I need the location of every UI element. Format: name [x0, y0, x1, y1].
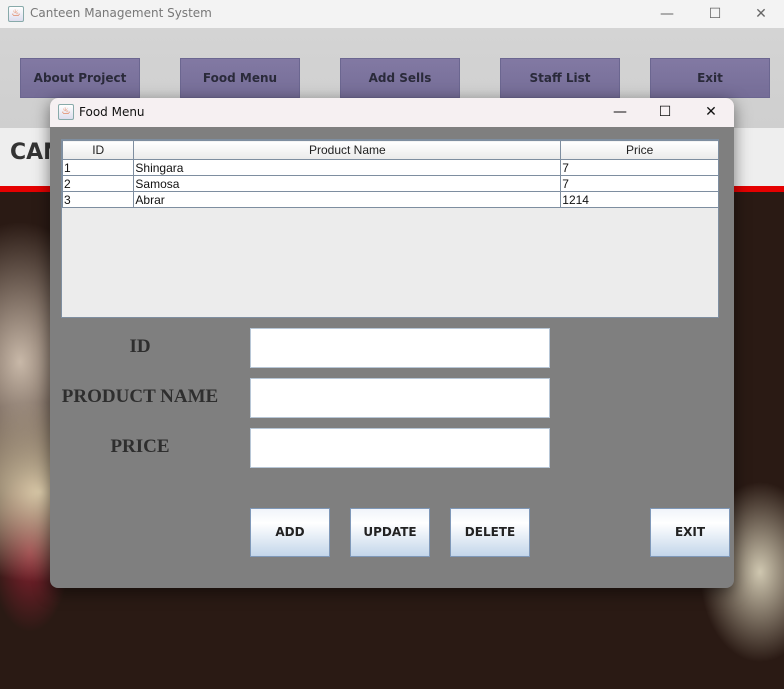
cell-price[interactable]: 1214 — [560, 191, 719, 208]
delete-button[interactable]: DELETE — [450, 508, 530, 557]
product-name-input[interactable] — [250, 378, 550, 418]
java-app-icon: ♨ — [58, 104, 74, 120]
column-header-product-name[interactable]: Product Name — [133, 140, 562, 160]
java-app-icon: ♨ — [8, 6, 24, 22]
dialog-minimize-button[interactable]: — — [597, 98, 643, 126]
maximize-button[interactable]: ☐ — [692, 0, 738, 28]
dialog-title-bar: ♨ Food Menu — ☐ ✕ — [50, 98, 734, 127]
main-window-title: Canteen Management System — [30, 6, 212, 20]
cell-product-name[interactable]: Samosa — [133, 175, 562, 192]
id-label: ID — [129, 336, 151, 357]
price-label: PRICE — [110, 436, 170, 457]
exit-dialog-button[interactable]: EXIT — [650, 508, 730, 557]
close-button[interactable]: ✕ — [738, 0, 784, 28]
table-row[interactable]: 2 Samosa 7 — [61, 175, 719, 192]
cell-price[interactable]: 7 — [560, 159, 719, 176]
table-row[interactable]: 1 Shingara 7 — [61, 159, 719, 176]
dialog-title: Food Menu — [79, 105, 145, 119]
id-input[interactable] — [250, 328, 550, 368]
table-row[interactable]: 3 Abrar 1214 — [61, 191, 719, 208]
update-button[interactable]: UPDATE — [350, 508, 430, 557]
cell-product-name[interactable]: Abrar — [133, 191, 562, 208]
cell-price[interactable]: 7 — [560, 175, 719, 192]
cell-id[interactable]: 2 — [61, 175, 135, 192]
exit-button[interactable]: Exit — [650, 58, 770, 98]
food-menu-dialog: ♨ Food Menu — ☐ ✕ ID Product Name Price … — [50, 98, 734, 588]
food-menu-button[interactable]: Food Menu — [180, 58, 300, 98]
main-title-bar: ♨ Canteen Management System — ☐ ✕ — [0, 0, 784, 28]
about-project-button[interactable]: About Project — [20, 58, 140, 98]
cell-id[interactable]: 3 — [61, 191, 135, 208]
staff-list-button[interactable]: Staff List — [500, 58, 620, 98]
add-button[interactable]: ADD — [250, 508, 330, 557]
column-header-price[interactable]: Price — [560, 140, 719, 160]
cell-id[interactable]: 1 — [61, 159, 135, 176]
price-input[interactable] — [250, 428, 550, 468]
add-sells-button[interactable]: Add Sells — [340, 58, 460, 98]
column-header-id[interactable]: ID — [61, 140, 135, 160]
table-header: ID Product Name Price — [61, 140, 719, 160]
food-table[interactable]: ID Product Name Price 1 Shingara 7 2 Sam… — [61, 139, 719, 318]
cell-product-name[interactable]: Shingara — [133, 159, 562, 176]
dialog-close-button[interactable]: ✕ — [688, 98, 734, 126]
dialog-maximize-button[interactable]: ☐ — [642, 98, 688, 126]
minimize-button[interactable]: — — [644, 0, 690, 28]
product-name-label: PRODUCT NAME — [61, 386, 219, 407]
